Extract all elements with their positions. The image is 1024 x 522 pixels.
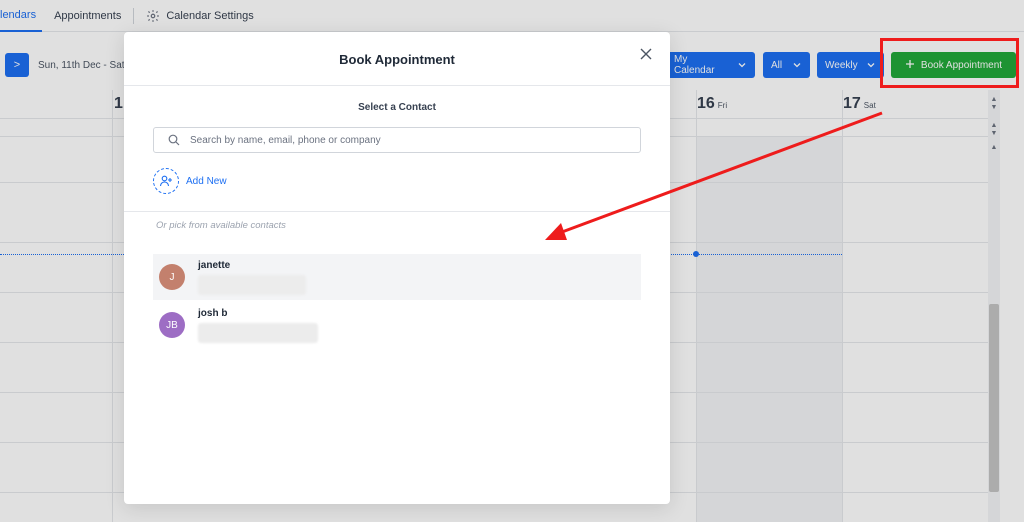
book-appointment-modal: Book Appointment Select a Contact Add Ne… xyxy=(124,32,670,504)
modal-divider xyxy=(124,85,670,86)
add-new-contact-button[interactable]: Add New xyxy=(153,168,227,194)
redacted-contact-detail xyxy=(198,322,318,343)
contact-name: janette xyxy=(198,259,231,271)
section-divider xyxy=(124,211,670,212)
contact-info: janette xyxy=(198,260,306,295)
select-contact-label: Select a Contact xyxy=(358,102,436,113)
add-new-label: Add New xyxy=(186,175,227,187)
redacted-contact-detail xyxy=(198,274,306,295)
avatar: J xyxy=(159,264,185,290)
annotation-highlight-box xyxy=(880,38,1019,88)
contact-row-janette[interactable]: J janette xyxy=(153,254,641,300)
contact-info: josh b xyxy=(198,308,318,343)
search-icon xyxy=(168,134,180,146)
add-user-icon xyxy=(153,168,179,194)
contact-name: josh b xyxy=(198,307,228,319)
close-button[interactable] xyxy=(638,48,654,64)
contact-search-box xyxy=(153,127,641,153)
contact-search-input[interactable] xyxy=(190,134,610,146)
close-icon xyxy=(640,47,652,65)
modal-title: Book Appointment xyxy=(339,52,455,67)
avatar: JB xyxy=(159,312,185,338)
contact-row-josh-b[interactable]: JB josh b xyxy=(153,302,641,348)
pick-contacts-label: Or pick from available contacts xyxy=(156,220,286,231)
